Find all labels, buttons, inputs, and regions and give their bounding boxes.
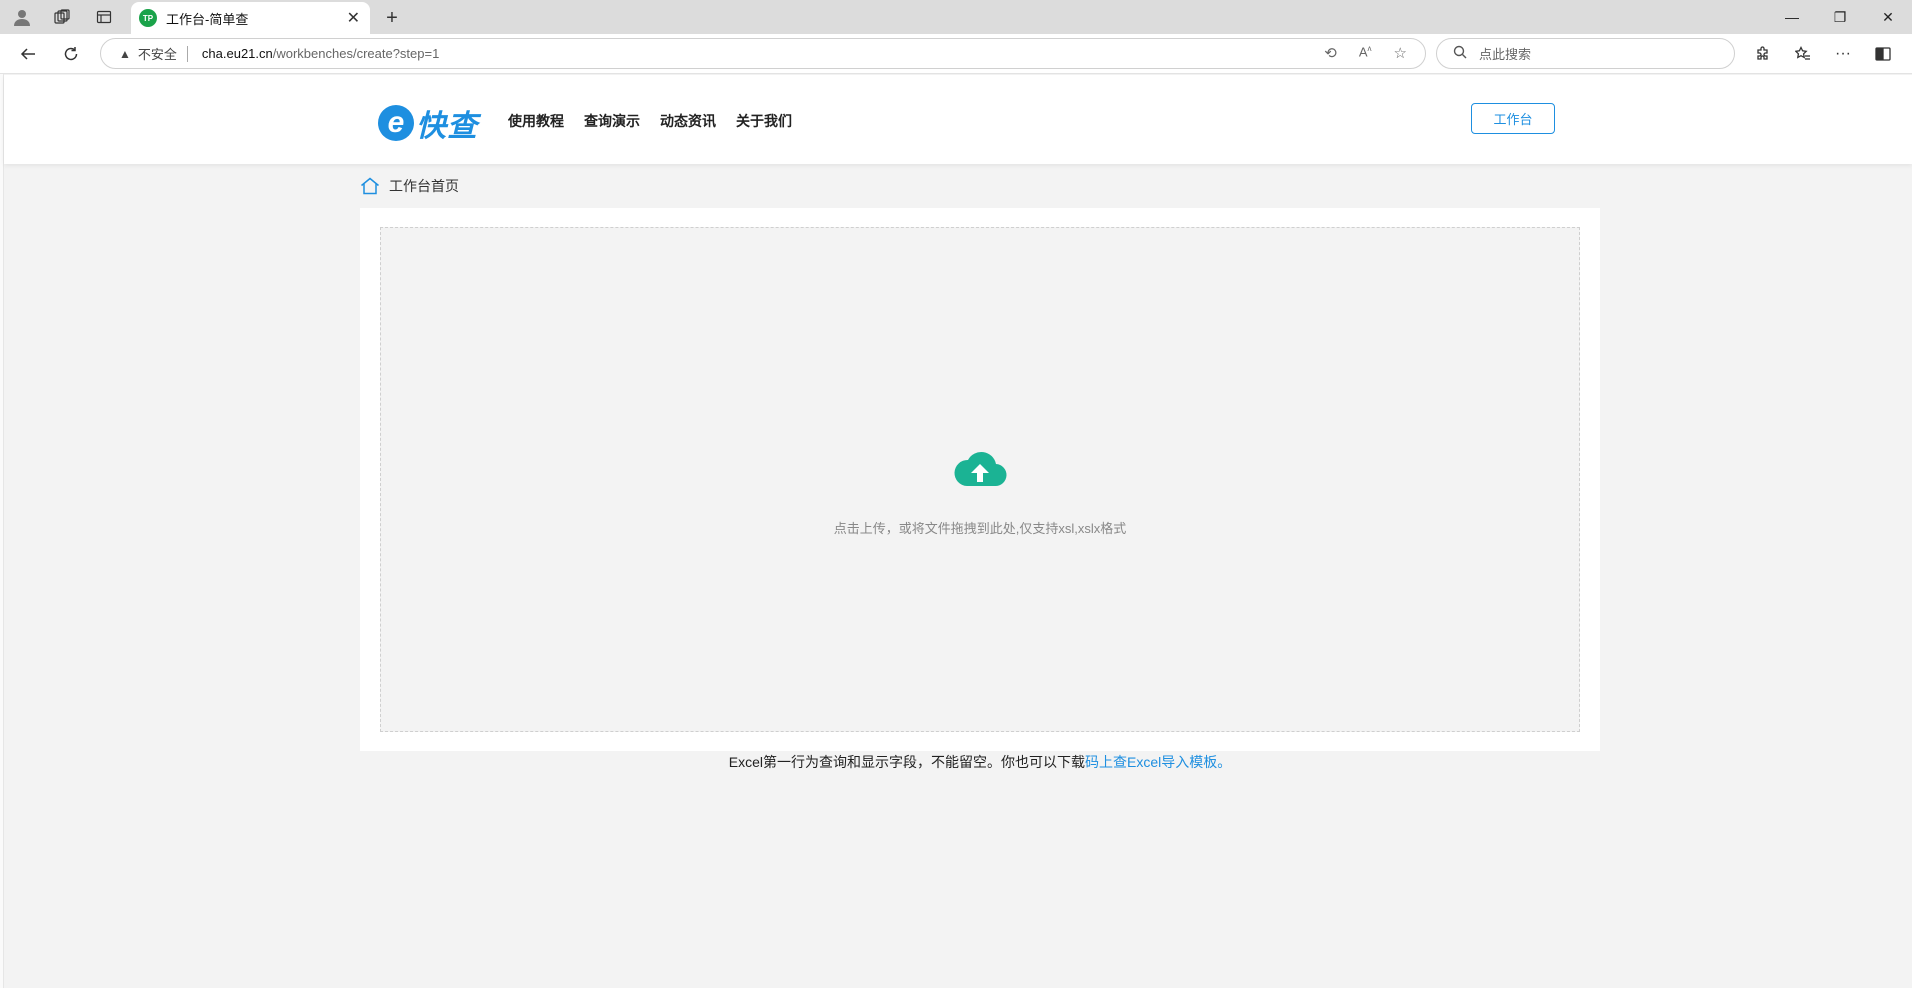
browser-tab-bar: TP 工作台-简单查 ✕ + — ❐ ✕ bbox=[0, 0, 1912, 34]
tab-actions-icon[interactable] bbox=[84, 0, 124, 34]
upload-dropzone[interactable]: 点击上传，或将文件拖拽到此处,仅支持xsl,xslx格式 bbox=[380, 227, 1580, 732]
address-bar[interactable]: ▲ 不安全 cha.eu21.cn/workbenches/create?ste… bbox=[100, 38, 1426, 69]
breadcrumb[interactable]: 工作台首页 bbox=[360, 176, 459, 196]
browser-search-box[interactable]: 点此搜索 bbox=[1436, 38, 1735, 69]
extensions-icon[interactable] bbox=[1748, 40, 1778, 68]
upload-hint: 点击上传，或将文件拖拽到此处,仅支持xsl,xslx格式 bbox=[833, 521, 1127, 536]
url-path: /workbenches/create?step=1 bbox=[272, 46, 440, 61]
active-tab[interactable]: TP 工作台-简单查 ✕ bbox=[131, 2, 370, 34]
favorite-star-icon[interactable]: ☆ bbox=[1394, 44, 1407, 62]
site-header: e 快查 使用教程 查询演示 动态资讯 关于我们 工作台 bbox=[4, 75, 1912, 164]
read-aloud-icon[interactable]: Aʌ bbox=[1359, 44, 1372, 62]
template-note: Excel第一行为查询和显示字段，不能留空。你也可以下载码上查Excel导入模板… bbox=[0, 752, 1912, 772]
main-menu: 使用教程 查询演示 动态资讯 关于我们 bbox=[508, 111, 792, 131]
profile-icon[interactable] bbox=[2, 0, 42, 34]
minimize-icon[interactable]: — bbox=[1768, 0, 1816, 34]
search-placeholder: 点此搜索 bbox=[1479, 47, 1532, 62]
close-window-icon[interactable]: ✕ bbox=[1864, 0, 1912, 34]
home-icon bbox=[361, 177, 379, 195]
browser-toolbar: ▲ 不安全 cha.eu21.cn/workbenches/create?ste… bbox=[0, 34, 1912, 74]
breadcrumb-label[interactable]: 工作台首页 bbox=[389, 176, 459, 196]
url-host: cha.eu21.cn bbox=[201, 46, 273, 61]
security-label[interactable]: 不安全 bbox=[138, 44, 177, 63]
workspaces-icon[interactable] bbox=[42, 0, 82, 34]
note-text: Excel第一行为查询和显示字段，不能留空。你也可以下载 bbox=[728, 754, 1085, 770]
logo-e-icon: e bbox=[378, 105, 414, 141]
site-logo[interactable]: e 快查 bbox=[378, 101, 478, 145]
search-icon bbox=[1453, 45, 1467, 62]
menu-item-tutorial[interactable]: 使用教程 bbox=[508, 111, 564, 131]
upload-panel: 点击上传，或将文件拖拽到此处,仅支持xsl,xslx格式 bbox=[360, 208, 1600, 751]
workbench-button[interactable]: 工作台 bbox=[1471, 103, 1555, 134]
reload-icon[interactable] bbox=[56, 40, 86, 68]
tab-title: 工作台-简单查 bbox=[166, 11, 249, 27]
menu-item-demo[interactable]: 查询演示 bbox=[584, 111, 640, 131]
favorites-icon[interactable] bbox=[1788, 40, 1818, 68]
menu-item-news[interactable]: 动态资讯 bbox=[660, 111, 716, 131]
download-template-link[interactable]: 码上查Excel导入模板。 bbox=[1085, 754, 1231, 770]
more-icon[interactable]: ··· bbox=[1828, 40, 1858, 68]
app-available-icon[interactable]: ⟲ bbox=[1324, 44, 1337, 62]
warning-icon[interactable]: ▲ bbox=[119, 47, 131, 61]
page-left-edge bbox=[0, 74, 4, 988]
logo-text: 快查 bbox=[416, 110, 478, 143]
menu-item-about[interactable]: 关于我们 bbox=[736, 111, 792, 131]
back-icon[interactable] bbox=[13, 40, 43, 68]
sidebar-toggle-icon[interactable] bbox=[1868, 40, 1898, 68]
window-controls: — ❐ ✕ bbox=[1768, 0, 1912, 34]
browser-right-icons: ··· bbox=[1748, 40, 1898, 68]
new-tab-icon[interactable]: + bbox=[378, 4, 406, 32]
tab-close-icon[interactable]: ✕ bbox=[347, 8, 360, 28]
cloud-upload-icon bbox=[953, 448, 1007, 493]
tab-favicon-icon: TP bbox=[139, 9, 157, 27]
restore-icon[interactable]: ❐ bbox=[1816, 0, 1864, 34]
address-bar-icons: ⟲ Aʌ ☆ bbox=[1324, 44, 1407, 62]
address-separator bbox=[186, 45, 188, 62]
